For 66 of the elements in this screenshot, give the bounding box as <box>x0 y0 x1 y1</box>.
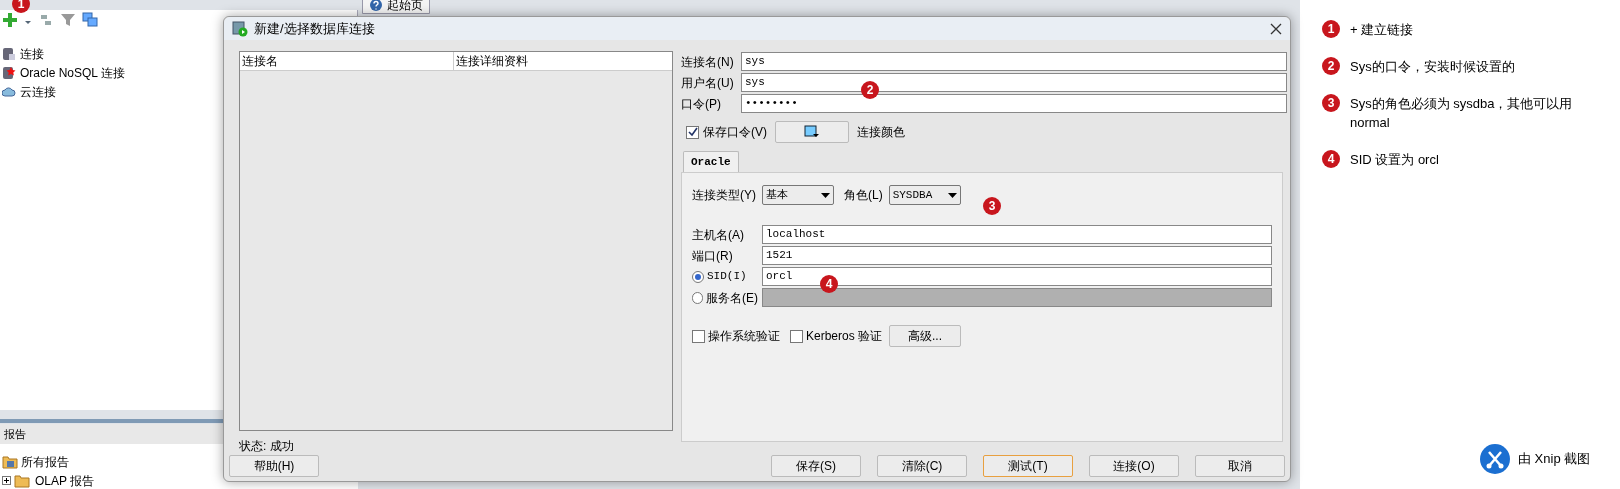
tree-item[interactable]: Oracle NoSQL 连接 <box>20 63 125 82</box>
scissors-icon <box>1480 444 1510 474</box>
window-title: 新建/选择数据库连接 <box>254 19 375 38</box>
input-field[interactable]: 1521 <box>762 246 1272 265</box>
dialog-button[interactable]: 取消 <box>1195 455 1285 477</box>
folder-icon <box>14 473 32 488</box>
checkbox-label: 操作系统验证 <box>708 328 780 345</box>
dialog-button[interactable]: 测试(T) <box>983 455 1073 477</box>
field-label: 连接类型(Y) <box>692 187 756 204</box>
input-field[interactable]: sys <box>741 52 1287 71</box>
add-icon[interactable] <box>2 12 18 28</box>
annotation-text: Sys的口令，安装时候设置的 <box>1350 58 1516 76</box>
tab[interactable]: Oracle <box>683 151 739 172</box>
checkbox-label: Kerberos 验证 <box>806 328 883 345</box>
color-swatch-icon <box>804 125 820 139</box>
annotation-text: + 建立链接 <box>1350 21 1415 39</box>
dialog-button[interactable]: 保存(S) <box>771 455 861 477</box>
tree-item[interactable]: 云连接 <box>20 82 56 101</box>
field-label: 角色(L) <box>844 187 883 204</box>
dialog-button[interactable]: 清除(C) <box>877 455 967 477</box>
tree-item[interactable]: 所有报告 <box>21 452 69 471</box>
schema-icon[interactable] <box>82 12 98 28</box>
advanced-button[interactable]: 高级... <box>889 325 962 347</box>
filter-icon[interactable] <box>60 12 76 28</box>
step-marker: 4 <box>1322 150 1340 168</box>
database-icon <box>232 20 248 37</box>
tree-item[interactable]: OLAP 报告 <box>35 471 95 489</box>
column-header: 连接名 <box>240 52 454 70</box>
dropdown-arrow-icon <box>821 192 830 198</box>
dialog-button[interactable]: 连接(O) <box>1089 455 1179 477</box>
help-button[interactable]: 帮助(H) <box>229 455 319 477</box>
radio-label: 服务名(E) <box>706 289 758 307</box>
dropdown-arrow-icon[interactable] <box>24 21 32 25</box>
cloud-icon <box>2 84 16 99</box>
field-label: 连接名(N) <box>681 53 735 71</box>
step-marker: 2 <box>1322 57 1340 75</box>
field-label: 主机名(A) <box>692 226 745 244</box>
checkbox[interactable] <box>790 329 803 343</box>
database-icon <box>2 46 16 61</box>
step-marker: 3 <box>1322 94 1340 112</box>
field-label: 端口(R) <box>692 247 734 265</box>
input-field[interactable]: localhost <box>762 225 1272 244</box>
checkbox[interactable] <box>692 329 705 343</box>
credit-text: 由 Xnip 截图 <box>1518 450 1591 469</box>
tree-item[interactable]: 连接 <box>20 44 44 63</box>
annotation-text: SID 设置为 orcl <box>1350 151 1440 169</box>
annotation-text: Sys的角色必须为 sysdba，其他可以用 normal <box>1350 95 1574 132</box>
input-field[interactable]: •••••••• <box>741 94 1287 113</box>
field-label: 口令(P) <box>681 95 722 113</box>
help-icon <box>369 0 383 12</box>
radio-label: SID(I) <box>707 269 747 285</box>
dropdown[interactable]: 基本 <box>762 185 834 205</box>
close-icon[interactable] <box>1270 22 1282 35</box>
reports-folder-icon <box>2 454 18 469</box>
column-header: 连接详细资料 <box>455 53 529 70</box>
dropdown[interactable]: SYSDBA <box>888 185 961 205</box>
field-label: 用户名(U) <box>681 74 735 92</box>
color-picker-button[interactable] <box>775 121 849 143</box>
dropdown-arrow-icon <box>947 192 957 198</box>
expand-icon[interactable] <box>2 476 11 485</box>
tab[interactable]: 起始页 <box>362 0 430 14</box>
radio-button[interactable] <box>692 270 704 283</box>
step-marker: 1 <box>1322 20 1340 38</box>
color-label: 连接颜色 <box>857 124 905 141</box>
checkbox[interactable] <box>686 125 699 139</box>
checkbox-label: 保存口令(V) <box>703 124 767 141</box>
